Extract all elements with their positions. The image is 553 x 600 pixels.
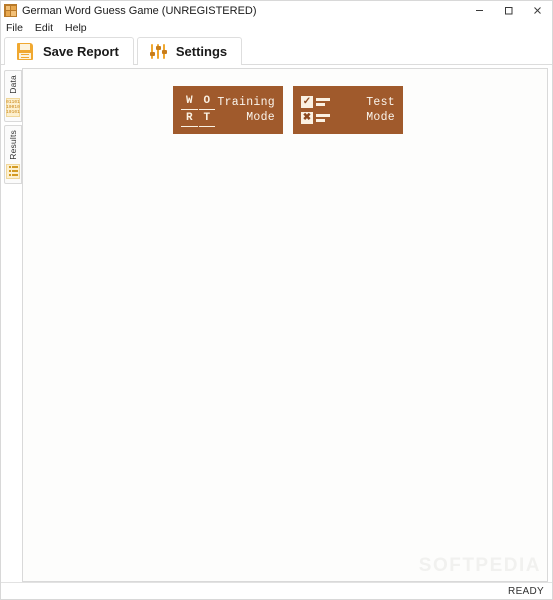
window-title: German Word Guess Game (UNREGISTERED)	[22, 4, 257, 17]
softpedia-watermark: SOFTPEDIA	[418, 555, 541, 576]
checkmark-box: ✓	[301, 96, 313, 108]
menu-bar: File Edit Help	[1, 20, 552, 36]
side-tab-results-label: Results	[8, 129, 18, 160]
wort-letter-grid-icon: W O R T	[181, 93, 215, 127]
mode-button-row: W O R T Training Mode ✓ ✖ Test Mode	[23, 69, 547, 134]
wort-letter: T	[198, 111, 215, 127]
wort-letter: R	[181, 111, 198, 127]
tab-settings-label: Settings	[175, 44, 228, 59]
wort-letter: O	[198, 93, 215, 110]
window-controls	[465, 1, 552, 20]
menu-item-file[interactable]: File	[6, 20, 30, 36]
binary-row: 10101	[6, 109, 20, 115]
maximize-icon[interactable]	[494, 1, 523, 20]
side-tab-data-label: Data	[8, 75, 18, 94]
menu-item-help[interactable]: Help	[65, 20, 94, 36]
status-bar: READY	[1, 582, 552, 599]
test-mode-label: Test Mode	[335, 95, 395, 125]
training-mode-label: Training Mode	[215, 95, 275, 125]
minimize-icon[interactable]	[465, 1, 494, 20]
side-tab-data[interactable]: Data 01101 10010 10101	[4, 70, 22, 122]
cross-box: ✖	[301, 112, 313, 124]
status-text: READY	[508, 585, 544, 597]
side-tab-strip: Data 01101 10010 10101 Results	[4, 68, 22, 582]
side-tab-results[interactable]: Results	[4, 124, 22, 184]
app-window: German Word Guess Game (UNREGISTERED) Fi…	[0, 0, 553, 600]
menu-item-edit[interactable]: Edit	[35, 20, 60, 36]
test-mode-line1: Test	[366, 96, 395, 109]
binary-data-icon: 01101 10010 10101	[6, 97, 20, 117]
close-icon[interactable]	[523, 1, 552, 20]
content-panel: W O R T Training Mode ✓ ✖ Test Mode SOFT…	[22, 68, 548, 582]
training-mode-button[interactable]: W O R T Training Mode	[173, 86, 283, 134]
training-mode-line1: Training	[217, 96, 275, 109]
title-bar: German Word Guess Game (UNREGISTERED)	[1, 1, 552, 20]
tab-settings[interactable]: Settings	[136, 37, 243, 65]
grid-app-icon	[4, 4, 17, 17]
test-mode-line2: Mode	[366, 111, 395, 124]
training-mode-line2: Mode	[246, 111, 275, 124]
test-mode-button[interactable]: ✓ ✖ Test Mode	[293, 86, 403, 134]
list-results-icon	[6, 163, 20, 179]
save-floppy-icon	[16, 42, 35, 61]
checklist-icon: ✓ ✖	[301, 94, 335, 126]
wort-letter: W	[181, 93, 198, 110]
ribbon-tab-strip: Save Report Settings	[1, 36, 552, 65]
tab-save-report[interactable]: Save Report	[4, 37, 134, 65]
tab-save-report-label: Save Report	[43, 44, 119, 59]
body-area: Data 01101 10010 10101 Results W O R T T…	[1, 65, 552, 582]
sliders-icon	[149, 42, 168, 61]
